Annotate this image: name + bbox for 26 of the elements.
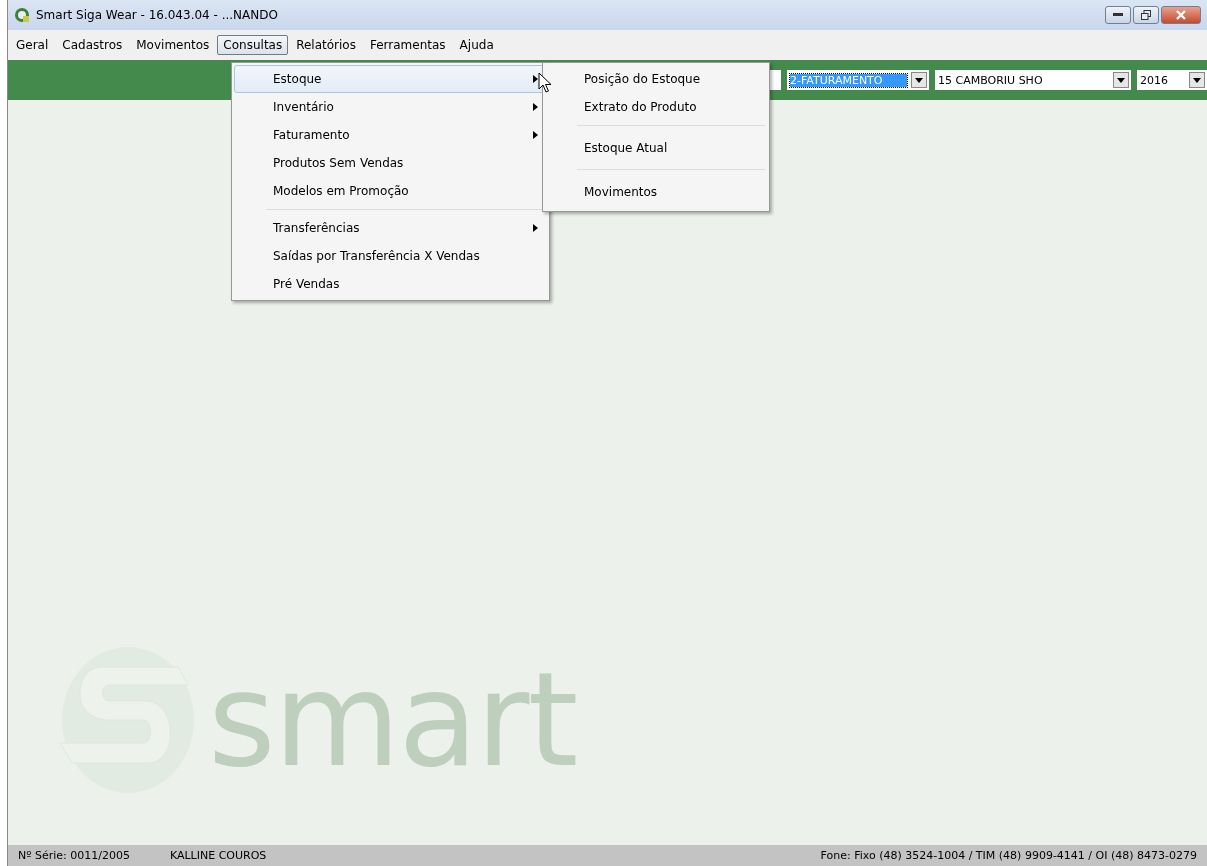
menu-item[interactable]: Movimentos (130, 35, 216, 55)
menu-item[interactable]: Geral (10, 35, 55, 55)
restore-button[interactable] (1133, 6, 1159, 24)
phone-text: Fone: Fixo (48) 3524-1004 / TIM (48) 9909-4141 / OI (48) 8473-0279 (820, 849, 1197, 862)
dropdown-field[interactable]: 2016 (1137, 70, 1207, 90)
menu-item[interactable]: Estoque Atual (545, 130, 767, 165)
menu-item[interactable]: Ferramentas (363, 35, 452, 55)
menu-item[interactable]: Saídas por Transferência X Vendas (234, 242, 547, 270)
window-title: Smart Siga Wear - 16.043.04 - ...NANDO (36, 8, 279, 22)
menu-item[interactable]: Extrato do Produto (545, 93, 767, 121)
menu-item[interactable]: Pré Vendas (234, 270, 547, 298)
menu-item[interactable]: Relatórios (290, 35, 362, 55)
minimize-icon (1113, 13, 1123, 17)
company-name-text: KALLINE COUROS (169, 849, 267, 862)
serial-number-text: Nº Série: 0011/2005 (18, 849, 130, 862)
app-logo-icon (14, 7, 30, 23)
menu-item[interactable]: Consultas (217, 35, 289, 55)
menu-item[interactable]: Transferências (234, 214, 547, 242)
menu-item[interactable]: Movimentos (545, 174, 767, 209)
dropdown-field[interactable]: 15 CAMBORIU SHO (935, 70, 1131, 90)
minimize-button[interactable] (1105, 6, 1131, 24)
menu-item[interactable]: Cadastros (56, 35, 129, 55)
close-button[interactable] (1161, 6, 1201, 24)
menu-item[interactable]: Ajuda (453, 35, 500, 55)
restore-icon (1141, 10, 1151, 20)
close-icon (1176, 10, 1186, 20)
